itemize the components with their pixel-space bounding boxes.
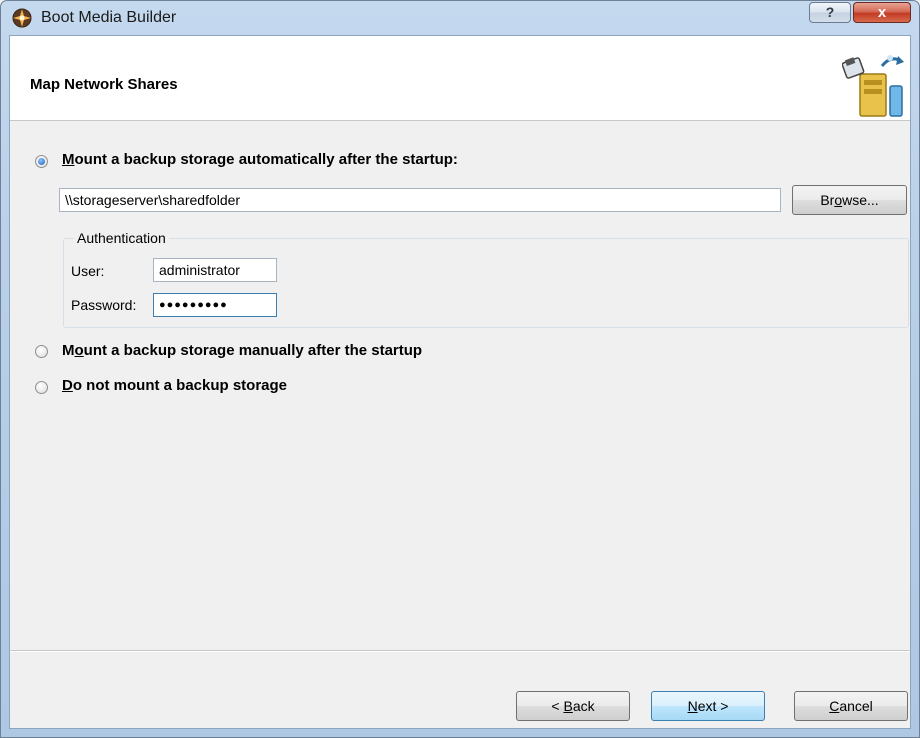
auto-mount-label-accel: M — [62, 151, 75, 168]
share-path-input[interactable]: \\storageserver\sharedfolder — [59, 188, 781, 212]
dialog-client-area: Map Network Shares Mount a backup storag… — [9, 35, 911, 729]
footer-divider — [10, 650, 910, 652]
close-icon: x — [877, 4, 887, 21]
network-share-icon — [842, 55, 904, 117]
help-button[interactable]: ? — [809, 2, 851, 23]
manual-mount-label-pre: M — [62, 342, 75, 359]
back-label-pre: < — [551, 698, 564, 714]
back-label-accel: B — [563, 698, 573, 714]
window-title: Boot Media Builder — [41, 9, 177, 26]
password-label: Password: — [71, 297, 137, 313]
next-button[interactable]: Next > — [651, 691, 765, 721]
manual-mount-radio[interactable] — [35, 345, 48, 358]
manual-mount-label[interactable]: Mount a backup storage manually after th… — [62, 342, 422, 359]
manual-mount-label-accel: o — [74, 342, 84, 359]
browse-label-pre: Br — [820, 192, 835, 208]
user-label: User: — [71, 263, 105, 279]
cancel-label-post: ancel — [839, 698, 873, 714]
auto-mount-radio[interactable] — [35, 155, 48, 168]
auto-mount-label-post: ount a backup storage automatically afte… — [74, 151, 458, 168]
next-label-post: ext > — [697, 698, 729, 714]
browse-button[interactable]: Browse... — [792, 185, 907, 215]
cancel-label-accel: C — [829, 698, 840, 714]
browse-label-accel: o — [834, 192, 843, 208]
boot-media-app-icon — [12, 8, 32, 28]
no-mount-label-accel: D — [62, 377, 73, 394]
back-button[interactable]: < Back — [516, 691, 630, 721]
password-input[interactable]: ●●●●●●●●● — [153, 293, 277, 317]
auto-mount-label[interactable]: Mount a backup storage automatically aft… — [62, 151, 458, 168]
no-mount-label[interactable]: Do not mount a backup storage — [62, 377, 287, 394]
cancel-button[interactable]: Cancel — [794, 691, 908, 721]
close-button[interactable]: x — [853, 2, 911, 23]
title-bar[interactable]: Boot Media Builder ? x — [1, 1, 919, 35]
wizard-header: Map Network Shares — [10, 36, 910, 121]
back-label-post: ack — [572, 698, 595, 714]
user-input[interactable]: administrator — [153, 258, 277, 282]
next-label-accel: N — [687, 698, 698, 714]
help-icon: ? — [825, 4, 835, 20]
no-mount-radio[interactable] — [35, 381, 48, 394]
page-title: Map Network Shares — [30, 76, 178, 93]
dialog-window: Boot Media Builder ? x Map Network Share… — [0, 0, 920, 738]
no-mount-label-post: o not mount a backup storage — [72, 377, 288, 394]
browse-label-post: wse... — [842, 192, 879, 208]
authentication-legend: Authentication — [74, 230, 169, 246]
manual-mount-label-post: unt a backup storage manually after the … — [83, 342, 423, 359]
